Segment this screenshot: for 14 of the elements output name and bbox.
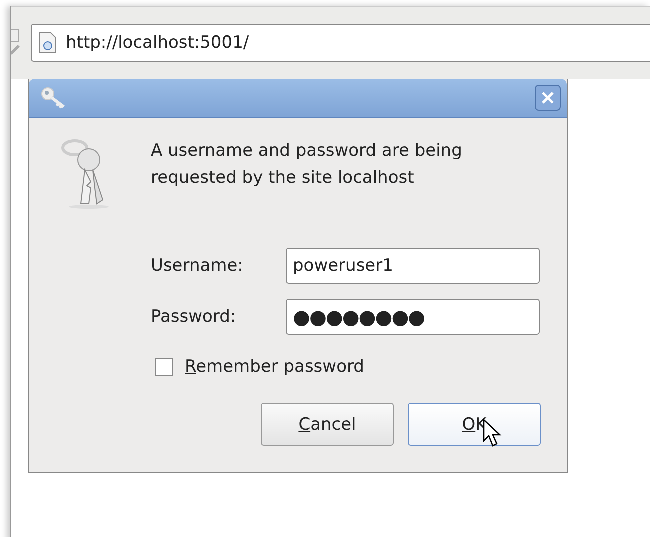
- dialog-message: A username and password are being requested by the site localhost: [151, 140, 464, 190]
- field-label: Username:: [151, 256, 244, 276]
- input-field[interactable]: poweruser1: [286, 248, 540, 284]
- checkbox-label[interactable]: Remember password: [185, 357, 364, 377]
- input-field[interactable]: ●●●●●●●●: [286, 299, 540, 335]
- checkbox[interactable]: [155, 358, 173, 376]
- page-icon: [38, 32, 58, 54]
- keys-icon: [59, 138, 111, 210]
- key-icon: [41, 87, 67, 109]
- dialog-button[interactable]: Cancel: [261, 403, 394, 446]
- field-label: Password:: [151, 307, 238, 327]
- close-icon: [541, 91, 555, 105]
- address-field[interactable]: http://localhost:5001/: [31, 24, 650, 62]
- close-button[interactable]: [535, 85, 561, 111]
